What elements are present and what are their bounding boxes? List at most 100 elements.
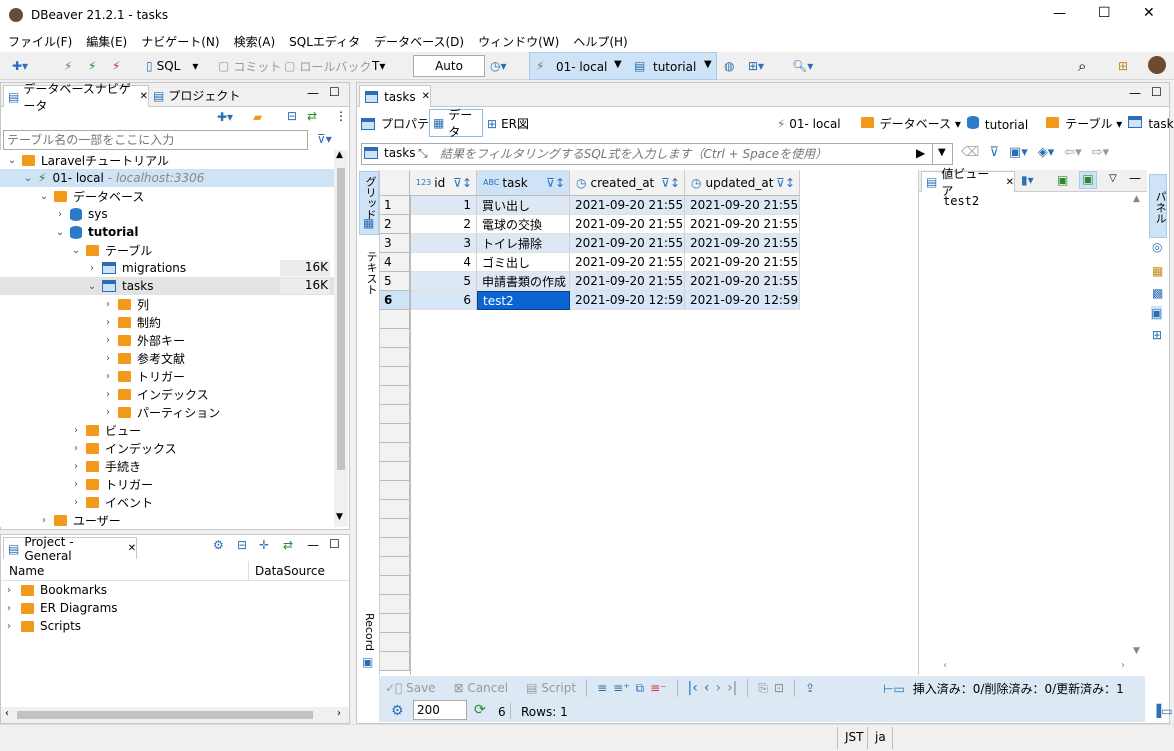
chevron-right-icon[interactable]: › [102,317,114,328]
tree-node[interactable]: › インデックス [0,439,334,457]
chevron-right-icon[interactable]: › [70,479,82,490]
maximize-panel-icon[interactable]: ☐ [329,85,340,99]
tree-node[interactable]: › 列 [0,295,334,313]
copy-icon[interactable]: ⎘ [758,681,768,696]
chevron-down-icon[interactable]: ▽ [1109,173,1117,184]
new-connection-icon[interactable]: ✚▾ [12,56,28,76]
chevron-down-icon[interactable]: ⌄ [70,245,82,256]
side-tab-text[interactable]: テキスト [359,247,379,307]
copy-row-icon[interactable]: ⧉ [636,681,645,696]
tree-node[interactable]: ⌄ Laravelチュートリアル [0,151,334,169]
cell-created-at[interactable]: 2021-09-20 21:55:21 [570,234,685,253]
minimize-button[interactable]: — [1053,6,1066,21]
row-number[interactable]: 2 [380,215,410,234]
tab-tasks-editor[interactable]: tasks ✕ [359,85,431,107]
cell-updated-at[interactable]: 2021-09-20 21:55:21 [685,234,800,253]
row-number[interactable]: 1 [380,196,410,215]
filter-settings-icon[interactable]: ⊽ [989,145,999,160]
chevron-right-icon[interactable]: › [70,443,82,454]
tree-node[interactable]: › sys [0,205,334,223]
sort-filter-icon[interactable]: ⊽↕ [776,176,795,190]
more-options-icon[interactable]: ⋮ [335,109,347,123]
chevron-right-icon[interactable]: › [102,371,114,382]
toggle-panels-icon[interactable]: ▐▭ [1152,704,1173,718]
cell-id[interactable]: 4 [410,253,477,272]
maximize-panel-icon[interactable]: ☐ [1151,85,1162,99]
chevron-down-icon[interactable]: ⌄ [86,281,98,292]
global-search-icon[interactable]: ⌕ [1078,56,1086,76]
dashboard-icon[interactable]: ◍ [724,56,734,76]
tree-node[interactable]: ⌄ データベース [0,187,334,205]
project-hscrollbar[interactable]: ‹ › [1,707,349,723]
chevron-down-icon[interactable]: ⌄ [22,173,34,184]
cell-task[interactable]: 申請書類の作成 [477,272,570,291]
sort-filter-icon[interactable]: ⊽↕ [546,176,565,190]
last-row-icon[interactable]: ›| [727,680,737,696]
tab-project[interactable]: ▤ プロジェクト [153,87,240,104]
first-row-icon[interactable]: |‹ [688,680,698,696]
rollback-button[interactable]: ▢ ロールバック [284,56,371,76]
auto-apply-icon[interactable]: ▣ [1079,171,1097,189]
metadata-icon[interactable]: ▦ [1152,264,1163,278]
column-header-updated-at[interactable]: ◷ updated_at ⊽↕ [685,170,800,196]
chevron-right-icon[interactable]: › [102,407,114,418]
filter-icon[interactable]: ⊽▾ [317,132,332,146]
breadcrumb-tables[interactable]: テーブル ▾ [1046,115,1122,132]
fetch-size-input[interactable] [413,700,467,720]
column-header-task[interactable]: ABC task ⊽↕ [477,170,570,196]
chevron-right-icon[interactable]: › [102,389,114,400]
tree-node[interactable]: › 制約 [0,313,334,331]
side-tab-record[interactable]: Record ▣ [359,611,379,671]
cell-id[interactable]: 2 [410,215,477,234]
chevron-right-icon[interactable]: › [70,497,82,508]
chevron-right-icon[interactable]: › [54,209,66,220]
commit-button[interactable]: ▢ コミット [218,56,281,76]
row-number[interactable]: 4 [380,253,410,272]
refresh-icon[interactable]: ⟳ [474,702,486,718]
chevron-down-icon[interactable]: ⌄ [6,155,18,166]
tree-node[interactable]: › インデックス [0,385,334,403]
cell-created-at[interactable]: 2021-09-20 21:55:21 [570,253,685,272]
chevron-right-icon[interactable]: › [86,263,98,274]
minimize-panel-icon[interactable]: — [307,538,319,552]
project-item-er-diagrams[interactable]: › ER Diagrams [7,601,118,615]
chevron-right-icon[interactable]: › [102,299,114,310]
breadcrumb-table[interactable]: tasks [1128,116,1174,131]
cell-created-at[interactable]: 2021-09-20 21:55:21 [570,215,685,234]
cell-task[interactable]: トイレ掃除 [477,234,570,253]
cell-task[interactable]: ゴミ出し [477,253,570,272]
value-scrollbar[interactable]: ▲ ▼ [1131,194,1145,660]
forward-icon[interactable]: ⇨▾ [1092,145,1109,160]
chevron-right-icon[interactable]: › [70,425,82,436]
gear-icon[interactable]: ⚙ [213,538,224,552]
disconnect-icon[interactable]: ⚡ [64,56,72,76]
close-icon[interactable]: ✕ [140,91,148,102]
value-hscrollbar[interactable]: ‹ › [933,660,1129,674]
menu-database[interactable]: データベース(D) [374,33,464,50]
apply-filter-icon[interactable]: ▶ [916,146,925,160]
back-icon[interactable]: ⇦▾ [1064,145,1081,160]
panels-tab[interactable]: パネル [1149,174,1167,238]
tree-node[interactable]: ⌄ テーブル [0,241,334,259]
navigator-filter-input[interactable] [3,130,308,150]
collapse-icon[interactable]: ⊟ [237,538,247,552]
menu-search[interactable]: 検索(A) [234,33,276,50]
cell-created-at[interactable]: 2021-09-20 21:55:21 [570,272,685,291]
filter-input[interactable] [440,145,900,163]
close-icon[interactable]: ✕ [128,543,136,554]
chevron-right-icon[interactable]: › [102,353,114,364]
sort-filter-icon[interactable]: ⊽↕ [661,176,680,190]
tree-node[interactable]: › migrations 16K [0,259,334,277]
tree-node[interactable]: › パーティション [0,403,334,421]
tree-node[interactable]: ⌄ tasks 16K [0,277,334,295]
tab-database-navigator[interactable]: ▤ データベースナビゲータ ✕ [3,82,149,113]
new-folder-icon[interactable]: ▰ [253,110,262,124]
cancel-button[interactable]: ⊠ Cancel [454,681,509,695]
menu-edit[interactable]: 編集(E) [86,33,127,50]
row-number[interactable]: 5 [380,272,410,291]
layout-icon[interactable]: ◈▾ [1038,145,1055,160]
tab-value-viewer[interactable]: ▤ 値ビューア ✕ [921,167,1015,198]
subtab-er-diagram[interactable]: ⊞ ER図 [487,115,529,132]
tree-node[interactable]: ⌄ ⚡ 01- local - localhost:3306 [0,169,334,187]
column-header-created-at[interactable]: ◷ created_at ⊽↕ [570,170,685,196]
